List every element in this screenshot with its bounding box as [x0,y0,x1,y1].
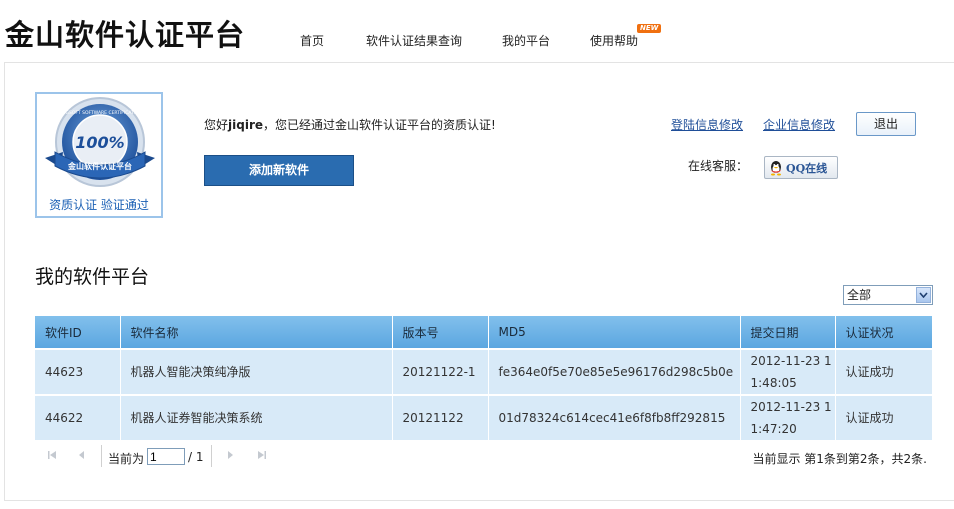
badge-ring-text: KINGSOFT SOFTWARE CERTIFICATION [58,110,142,116]
status-filter-value: 全部 [847,288,872,302]
qq-online-button[interactable]: QQ在线 [764,156,838,179]
pager-divider [101,445,102,467]
site-title: 金山软件认证平台 [5,18,246,52]
column-header-status[interactable]: 认证状况 [835,316,932,349]
login-info-edit-link[interactable]: 登陆信息修改 [671,116,743,133]
pagination-bar: 当前为 / 1 当前显示 第1条到第2条，共2条. [35,442,932,470]
nav-my-platform[interactable]: 我的平台 [502,32,550,49]
nav-home[interactable]: 首页 [300,32,324,49]
greeting: 您好jiqire，您已经通过金山软件认证平台的资质认证! [204,116,496,133]
nav-cert-query[interactable]: 软件认证结果查询 [366,32,462,49]
username: jiqire [228,118,264,132]
qq-penguin-icon [771,160,781,175]
cell-version: 20121122 [392,394,489,440]
nav-help-label: 使用帮助 [590,34,639,48]
greeting-suffix: ，您已经通过金山软件认证平台的资质认证! [263,118,496,132]
column-header-date[interactable]: 提交日期 [740,316,836,349]
cell-date: 2012-11-23 1 1:47:20 [740,394,836,440]
cell-date-line1: 2012-11-23 1 [750,354,832,368]
column-header-id[interactable]: 软件ID [35,316,121,349]
cell-status: 认证成功 [835,348,932,395]
cell-name: 机器人证券智能决策系统 [120,394,393,440]
main-nav: 首页 软件认证结果查询 我的平台 使用帮助 NEW [300,24,678,49]
qq-button-label: QQ在线 [786,161,828,175]
table-header-row: 软件ID 软件名称 版本号 MD5 提交日期 认证状况 [35,316,932,349]
cell-version: 20121122-1 [392,348,489,395]
pager-summary: 当前显示 第1条到第2条，共2条. [752,452,927,466]
cell-id: 44623 [35,348,121,395]
cell-id: 44622 [35,394,121,440]
cell-md5: 01d78324c614cec41e6f8fb8ff292815 [488,394,741,440]
column-header-md5[interactable]: MD5 [488,316,741,349]
add-software-button[interactable]: 添加新软件 [204,155,354,186]
pager-divider [211,445,212,467]
first-page-icon[interactable] [45,448,59,462]
prev-page-icon[interactable] [75,448,89,462]
logout-button[interactable]: 退出 [856,112,916,136]
cell-md5: fe364e0f5e70e85e5e96176d298c5b0e [488,348,741,395]
new-badge: NEW [637,24,662,33]
badge-ribbon-text: 金山软件认证平台 [67,161,132,171]
page-header: 金山软件认证平台 首页 软件认证结果查询 我的平台 使用帮助 NEW [0,0,954,60]
customer-service-label: 在线客服： [688,159,749,173]
status-filter-select[interactable]: 全部 [843,285,933,305]
section-title: 我的软件平台 [35,266,150,288]
badge-percent: 100% [75,133,124,152]
badge-caption: 资质认证 验证通过 [49,198,149,212]
company-info-edit-link[interactable]: 企业信息修改 [763,116,835,133]
certification-seal-icon: 100% 金山软件认证平台 KINGSOFT SOFTWARE CERTIFIC… [45,97,155,187]
cell-date: 2012-11-23 1 1:48:05 [740,348,836,395]
column-header-name[interactable]: 软件名称 [120,316,393,349]
cell-date-line2: 1:48:05 [750,376,797,390]
table-row[interactable]: 44623 机器人智能决策纯净版 20121122-1 fe364e0f5e70… [35,348,932,395]
software-table: 软件ID 软件名称 版本号 MD5 提交日期 认证状况 44623 机器人智能决… [35,316,932,440]
pager-current-label: 当前为 [108,452,145,466]
cell-name: 机器人智能决策纯净版 [120,348,393,395]
greeting-prefix: 您好 [204,118,229,132]
cell-date-line2: 1:47:20 [750,422,797,436]
certification-badge: 100% 金山软件认证平台 KINGSOFT SOFTWARE CERTIFIC… [35,92,163,218]
page-number-input[interactable] [147,448,185,465]
column-header-version[interactable]: 版本号 [392,316,489,349]
table-row[interactable]: 44622 机器人证券智能决策系统 20121122 01d78324c614c… [35,394,932,440]
next-page-icon[interactable] [223,448,237,462]
nav-help[interactable]: 使用帮助 NEW [590,24,662,49]
pager-total-label: / 1 [188,450,204,464]
cell-date-line1: 2012-11-23 1 [750,400,832,414]
cell-status: 认证成功 [835,394,932,440]
last-page-icon[interactable] [255,448,269,462]
chevron-down-icon[interactable] [916,287,931,303]
